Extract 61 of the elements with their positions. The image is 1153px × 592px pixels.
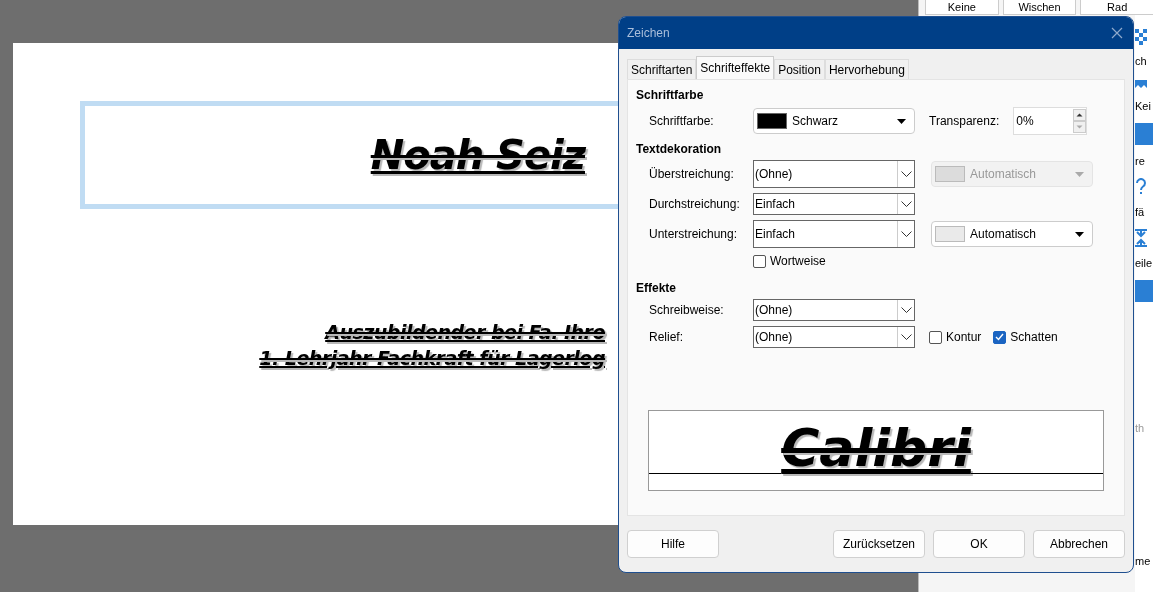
tab[interactable]: Schrifteffekte [696,56,775,79]
field-label: Durchstreichung: [649,197,741,211]
chevron-icon [900,201,912,207]
color-swatch [935,166,965,182]
field-label: Unterstreichung: [649,227,739,241]
field-label: Relief: [649,330,684,344]
field-label: Überstreichung: [649,167,735,181]
sidebar-button[interactable]: Wischen [1002,0,1077,15]
preview-text: Calibri [781,420,971,476]
chevron-icon [900,307,912,313]
checkbox[interactable]: Kontur [929,330,982,344]
color-dropdown[interactable]: Schwarz [753,108,915,134]
chevron-icon [900,334,912,340]
dropdown[interactable]: Einfach [753,220,915,248]
caret-icon [897,118,906,124]
checkered-icon[interactable] [1135,29,1147,45]
sidebar-button[interactable]: Keine [925,0,999,15]
sidebar-button[interactable]: Rad [1080,0,1153,15]
dropdown[interactable]: (Ohne) [753,299,915,321]
arrows-icon[interactable] [1135,229,1147,247]
checkmark-icon [995,333,1005,341]
shape-icon[interactable] [1135,78,1147,90]
tab[interactable]: Schriftarten [627,59,697,79]
spin-field[interactable]: 0% [1013,107,1088,135]
checkbox[interactable]: Wortweise [753,254,826,268]
caret-icon [1075,171,1084,177]
document-text-line: 1. Lehrjahr Fachkraft für Lagerlog [259,347,605,369]
cancel-button[interactable]: Abbrechen [1033,530,1125,558]
color-swatch [757,113,787,129]
document-title: Noah Seiz [370,132,585,178]
chevron-icon [900,171,912,177]
section-heading: Textdekoration [636,142,723,158]
help-button[interactable]: Hilfe [627,530,719,558]
sidebar-item[interactable]: re [1135,155,1145,168]
field-label: Schreibweise: [649,303,725,317]
sidebar-item[interactable]: me [1135,555,1151,568]
caret-icon [1075,231,1084,237]
field-label: Transparenz: [929,114,1000,128]
tab[interactable]: Hervorhebung [824,59,909,79]
chevron-icon [900,231,912,237]
reset-button[interactable]: Zurücksetzen [833,530,925,558]
sidebar-item[interactable]: ch [1135,55,1147,68]
color-dropdown[interactable]: Automatisch [931,221,1093,247]
checkbox[interactable]: Schatten [993,330,1058,344]
dropdown[interactable]: Einfach [753,193,915,215]
close-icon[interactable] [1111,27,1123,39]
section-heading: Schriftfarbe [636,88,705,104]
field-label: Schriftfarbe: [649,114,715,128]
dropdown[interactable]: (Ohne) [753,326,915,348]
sidebar-item[interactable]: fä [1135,206,1145,219]
document-text-line: Auszubildender bei Fa. Ihro [325,321,605,343]
help-icon[interactable] [1135,178,1147,196]
window-title: Zeichen [627,26,670,40]
tab[interactable]: Position [774,59,825,79]
sidebar-item[interactable]: Kei [1135,100,1151,113]
sidebar-item[interactable]: eile [1135,257,1153,270]
color-swatch [935,226,965,242]
dropdown[interactable]: (Ohne) [753,160,915,188]
sidebar-item: th [1135,422,1145,435]
ok-button[interactable]: OK [933,530,1025,558]
section-heading: Effekte [636,281,677,297]
